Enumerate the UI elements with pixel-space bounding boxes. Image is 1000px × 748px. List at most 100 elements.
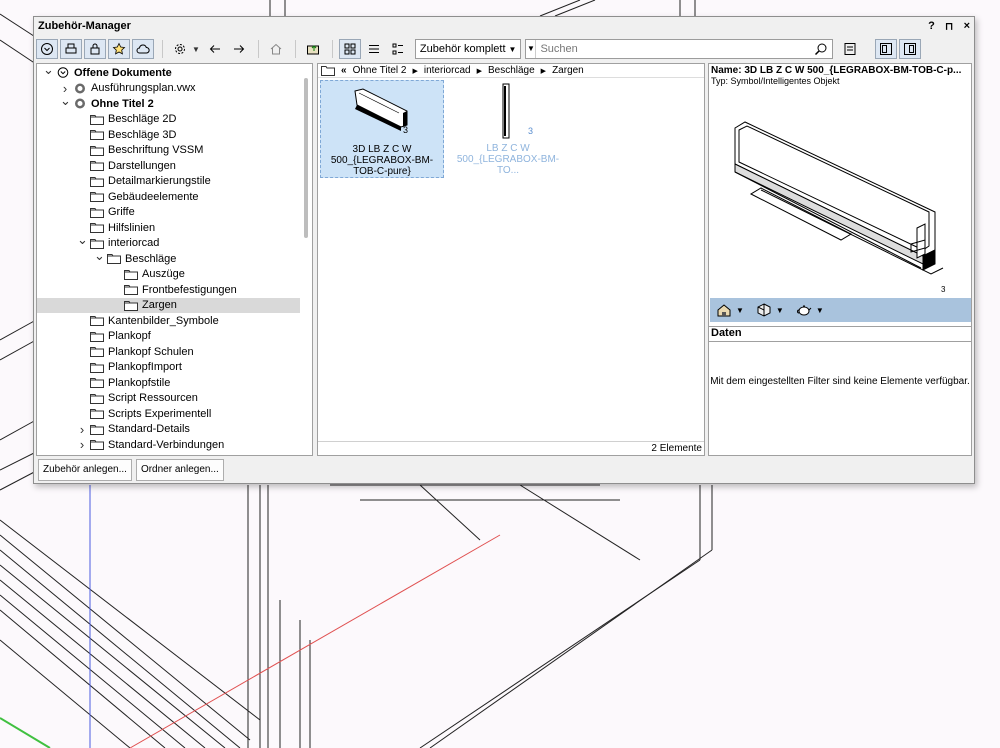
back-button[interactable] [204, 39, 226, 59]
resource-tree[interactable]: ⌄ Offene Dokumente › Ausführungsplan.vwx ⌄ Oh… [36, 63, 313, 456]
new-folder-button[interactable]: Ordner anlegen... [135, 459, 224, 481]
resource-tile[interactable]: 3 LB Z C W 500_{LEGRABOX-BM-TO... [446, 80, 570, 178]
lock-icon [90, 43, 100, 55]
chevron-down-icon[interactable]: ▼ [816, 306, 824, 315]
home-button[interactable] [265, 39, 287, 59]
chevron-down-icon[interactable]: ▼ [736, 306, 744, 315]
tree-item[interactable]: ⌄ interiorcad [37, 233, 312, 252]
list-view-button[interactable] [363, 39, 385, 59]
cloud-button[interactable] [132, 39, 154, 59]
tree-item[interactable]: ⌄ Ohne Titel 2 [37, 94, 312, 112]
settings-button[interactable] [169, 39, 191, 59]
tree-item[interactable]: Frontbefestigungen [37, 282, 312, 298]
pane-right-button[interactable] [899, 39, 922, 59]
tree-item-label: Kantenbilder_Symbole [108, 314, 219, 327]
search-dropdown-icon[interactable]: ▼ [526, 40, 537, 58]
tree-item[interactable]: Darstellungen [37, 158, 312, 174]
chevron-down-icon[interactable]: ▼ [192, 45, 200, 54]
resource-view[interactable]: « Ohne Titel 2 ▶ interiorcad ▶ Beschläge… [317, 63, 705, 456]
tree-item[interactable]: Plankopf Schulen [37, 344, 312, 360]
tree-scrollbar[interactable] [300, 64, 312, 455]
breadcrumb-item[interactable]: Beschläge [488, 65, 535, 76]
folder-icon [90, 439, 104, 451]
preview-image [734, 121, 944, 275]
chevron-down-icon[interactable]: ⌄ [77, 233, 88, 246]
tree-item[interactable]: Gebäudeelemente [37, 189, 312, 205]
tree-item[interactable]: Kantenbilder_Symbole [37, 313, 312, 329]
tree-item[interactable]: ⌄ Offene Dokumente [37, 64, 312, 81]
breadcrumb-item[interactable]: Zargen [552, 65, 584, 76]
render-mode-button[interactable] [716, 302, 732, 318]
preview-badge: 3 [941, 285, 946, 294]
pane-left-button[interactable] [875, 39, 898, 59]
tree-item[interactable]: Auszüge [37, 267, 312, 283]
help-icon[interactable]: ? [928, 20, 935, 33]
pin-icon[interactable]: ⊓ [945, 20, 954, 33]
tree-item[interactable]: › Standard-Verbindungen [37, 437, 312, 453]
tree-item-label: Gebäudeelemente [108, 190, 199, 203]
home-icon [270, 43, 282, 55]
search-icon[interactable] [814, 42, 828, 56]
tree-item[interactable]: PlankopfImport [37, 360, 312, 376]
thumbnail-view-button[interactable] [338, 39, 361, 59]
tree-item[interactable]: Beschriftung VSSM [37, 143, 312, 159]
close-icon[interactable]: × [964, 20, 970, 33]
tree-item[interactable]: Detailmarkierungstile [37, 174, 312, 190]
tree-item[interactable]: Griffe [37, 205, 312, 221]
chevron-right-icon[interactable]: › [77, 437, 87, 452]
document-icon [73, 98, 87, 109]
printer-button[interactable] [60, 39, 82, 59]
teapot-render-button[interactable] [796, 302, 812, 318]
tree-item[interactable]: Plankopf [37, 329, 312, 345]
resource-tile[interactable]: 3 3D LB Z C W 500_{LEGRABOX-BM-TOB-C-pur… [320, 80, 444, 178]
breadcrumb-back[interactable]: « [341, 65, 347, 76]
tree-item[interactable]: › Ausführungsplan.vwx [37, 81, 312, 97]
panel-toggle-button[interactable] [839, 39, 861, 59]
tree-item[interactable]: › Standard-Details [37, 422, 312, 438]
folder-open-icon [306, 45, 319, 55]
tile-caption: LB Z C W 500_{LEGRABOX-BM-TO... [456, 143, 560, 176]
breadcrumb-item[interactable]: Ohne Titel 2 [353, 65, 407, 76]
filter-combo[interactable]: Zubehör komplett ▼ [414, 39, 522, 59]
tree-item[interactable]: Script Ressourcen [37, 391, 312, 407]
pane-left-icon [880, 43, 893, 55]
document-icon [73, 83, 87, 94]
favorites-button[interactable] [108, 39, 130, 59]
preview-name: Name: 3D LB Z C W 500_{LEGRABOX-BM-TOB-C… [711, 65, 962, 76]
tree-item[interactable]: SWISS Tools [37, 453, 312, 455]
chevron-down-icon: ▼ [508, 44, 517, 54]
tree-item[interactable]: Zargen [37, 297, 312, 313]
tree-item[interactable]: Scripts Experimentell [37, 406, 312, 422]
breadcrumb-item[interactable]: interiorcad [424, 65, 471, 76]
folder-icon [124, 300, 138, 311]
folder-icon [90, 331, 104, 342]
new-resource-button[interactable]: Zubehör anlegen... [38, 459, 132, 481]
tree-item[interactable]: Plankopfstile [37, 375, 312, 391]
folder-icon [124, 284, 138, 296]
action-bar: Zubehör anlegen... Ordner anlegen... [38, 459, 224, 481]
folder-icon [90, 222, 104, 234]
chevron-right-icon[interactable]: › [77, 422, 87, 437]
tree-item[interactable]: Beschläge 2D [37, 112, 312, 128]
chevron-down-icon[interactable]: ⌄ [60, 94, 71, 107]
forward-button[interactable] [228, 39, 250, 59]
detail-view-button[interactable] [387, 39, 409, 59]
tree-item[interactable]: Beschläge 3D [37, 127, 312, 143]
tree-item-label: Offene Dokumente [74, 66, 172, 79]
gear-icon [175, 44, 185, 54]
view-direction-button[interactable] [756, 302, 772, 318]
tree-item-label: Scripts Experimentell [108, 407, 212, 420]
open-folder-button[interactable] [302, 39, 324, 59]
filter-down-button[interactable] [36, 39, 58, 59]
view-controls-bar: ▼ ▼ ▼ [710, 298, 971, 322]
search-field[interactable]: ▼ Suchen [525, 39, 834, 59]
lock-button[interactable] [84, 39, 106, 59]
chevron-down-icon[interactable]: ⌄ [94, 249, 105, 262]
scrollbar-thumb[interactable] [304, 78, 308, 238]
chevron-down-icon[interactable]: ▼ [776, 306, 784, 315]
tree-item[interactable]: ⌄ Beschläge [37, 249, 312, 267]
chevron-down-icon[interactable]: ⌄ [43, 64, 54, 76]
pane-right-icon [904, 43, 917, 55]
title-bar: Zubehör-Manager ? ⊓ × [34, 17, 974, 35]
folder-icon [90, 191, 104, 203]
